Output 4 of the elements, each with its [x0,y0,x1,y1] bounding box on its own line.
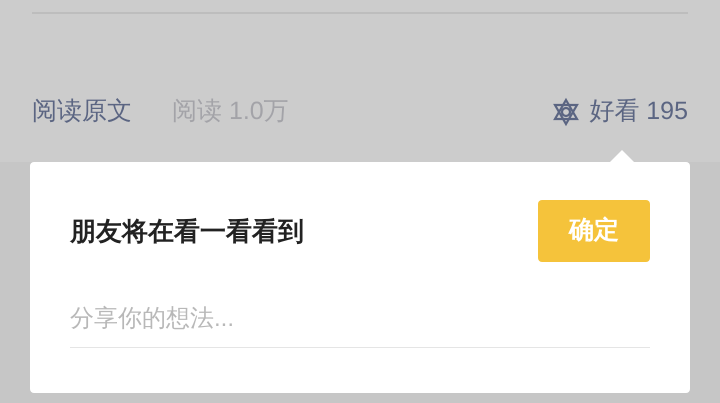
comment-field[interactable]: 分享你的想法... [70,290,650,348]
popup-title: 朋友将在看一看看到 [70,214,304,248]
read-original-link[interactable]: 阅读原文 [32,93,132,131]
like-button[interactable]: 好看 195 [551,93,688,131]
